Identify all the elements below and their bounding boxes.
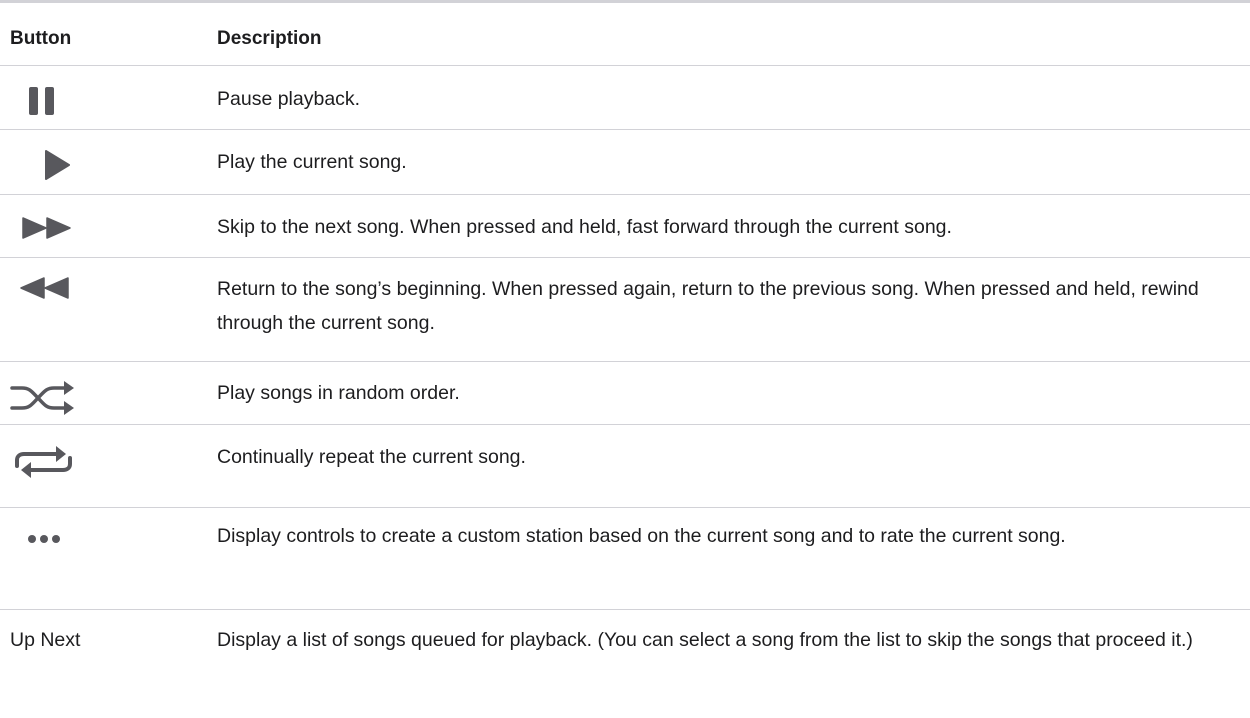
fast-forward-icon — [22, 217, 72, 239]
table-row: Pause playback. — [0, 66, 1250, 130]
description-cell: Continually repeat the current song. — [217, 440, 1250, 474]
row-description: Pause playback. — [217, 88, 361, 110]
button-cell — [0, 519, 217, 549]
more-icon — [27, 534, 61, 544]
description-cell: Play the current song. — [217, 145, 1250, 179]
repeat-icon — [12, 440, 76, 484]
button-cell — [0, 272, 217, 304]
header-cell-button: Button — [0, 27, 217, 51]
row-description: Play songs in random order. — [217, 382, 460, 404]
header-button-label: Button — [10, 28, 72, 49]
button-cell: Up Next — [0, 623, 217, 657]
description-cell: Display a list of songs queued for playb… — [217, 623, 1250, 657]
description-cell: Skip to the next song. When pressed and … — [217, 210, 1250, 244]
header-cell-description: Description — [217, 27, 1250, 51]
rewind-icon — [19, 277, 69, 299]
table-row: Continually repeat the current song. — [0, 425, 1250, 508]
button-cell — [0, 210, 217, 244]
table-row: Return to the song’s beginning. When pre… — [0, 258, 1250, 362]
button-cell — [0, 145, 217, 185]
pause-icon — [29, 87, 55, 115]
button-cell — [0, 82, 217, 120]
table-row: Play songs in random order. — [0, 362, 1250, 425]
description-cell: Return to the song’s beginning. When pre… — [217, 272, 1250, 340]
row-description: Continually repeat the current song. — [217, 446, 526, 468]
table-header-row: Button Description — [0, 3, 1250, 66]
row-description: Display controls to create a custom stat… — [217, 525, 1066, 547]
button-cell — [0, 440, 217, 489]
description-cell: Display controls to create a custom stat… — [217, 519, 1250, 553]
controls-table: Button Description Pause playback. Play … — [0, 0, 1250, 718]
shuffle-icon — [10, 376, 76, 420]
table-row: Play the current song. — [0, 130, 1250, 195]
row-description: Display a list of songs queued for playb… — [217, 629, 1193, 651]
play-icon — [44, 150, 70, 180]
button-cell — [0, 376, 217, 425]
description-cell: Play songs in random order. — [217, 376, 1250, 410]
table-row: Up Next Display a list of songs queued f… — [0, 610, 1250, 718]
table-row: Display controls to create a custom stat… — [0, 508, 1250, 610]
row-description: Play the current song. — [217, 151, 407, 173]
table-row: Skip to the next song. When pressed and … — [0, 195, 1250, 258]
up-next-label: Up Next — [10, 629, 81, 651]
row-description: Return to the song’s beginning. When pre… — [217, 278, 1199, 334]
header-description-label: Description — [217, 28, 322, 49]
description-cell: Pause playback. — [217, 82, 1250, 116]
row-description: Skip to the next song. When pressed and … — [217, 216, 952, 238]
